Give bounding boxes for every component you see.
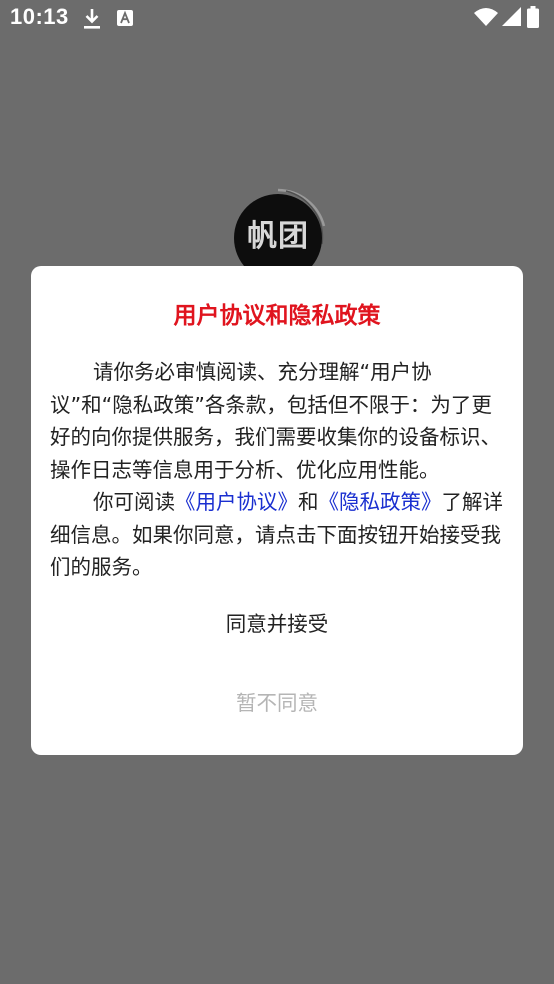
paragraph-2-prefix: 你可阅读: [93, 490, 176, 514]
paragraph-2-and: 和: [298, 490, 319, 514]
agree-button[interactable]: 同意并接受: [177, 602, 377, 646]
wifi-icon: [474, 8, 498, 26]
logo-text: 帆团: [247, 219, 309, 254]
a-icon: [117, 10, 133, 26]
status-bar: 10:13: [0, 0, 554, 36]
dialog-paragraph-2: 你可阅读《用户协议》和《隐私政策》了解详细信息。如果你同意，请点击下面按钮开始接…: [50, 486, 505, 584]
signal-icon: [502, 7, 521, 26]
privacy-policy-link[interactable]: 《隐私政策》: [319, 490, 442, 514]
screen: 10:13 帆团 用户协议和隐私政策 请你务必审慎阅读、充分理解“用户协议”和“…: [0, 0, 554, 984]
dialog-title: 用户协议和隐私政策: [173, 303, 381, 329]
disagree-button[interactable]: 暂不同意: [177, 681, 377, 725]
battery-icon: [527, 6, 539, 28]
dialog-body: 请你务必审慎阅读、充分理解“用户协议”和“隐私政策”各条款，包括但不限于：为了更…: [50, 356, 505, 584]
dialog-paragraph-1: 请你务必审慎阅读、充分理解“用户协议”和“隐私政策”各条款，包括但不限于：为了更…: [50, 360, 501, 482]
download-icon: [84, 9, 100, 29]
status-time: 10:13: [10, 4, 69, 29]
user-agreement-link[interactable]: 《用户协议》: [175, 490, 298, 514]
privacy-dialog: 用户协议和隐私政策 请你务必审慎阅读、充分理解“用户协议”和“隐私政策”各条款，…: [31, 266, 523, 755]
